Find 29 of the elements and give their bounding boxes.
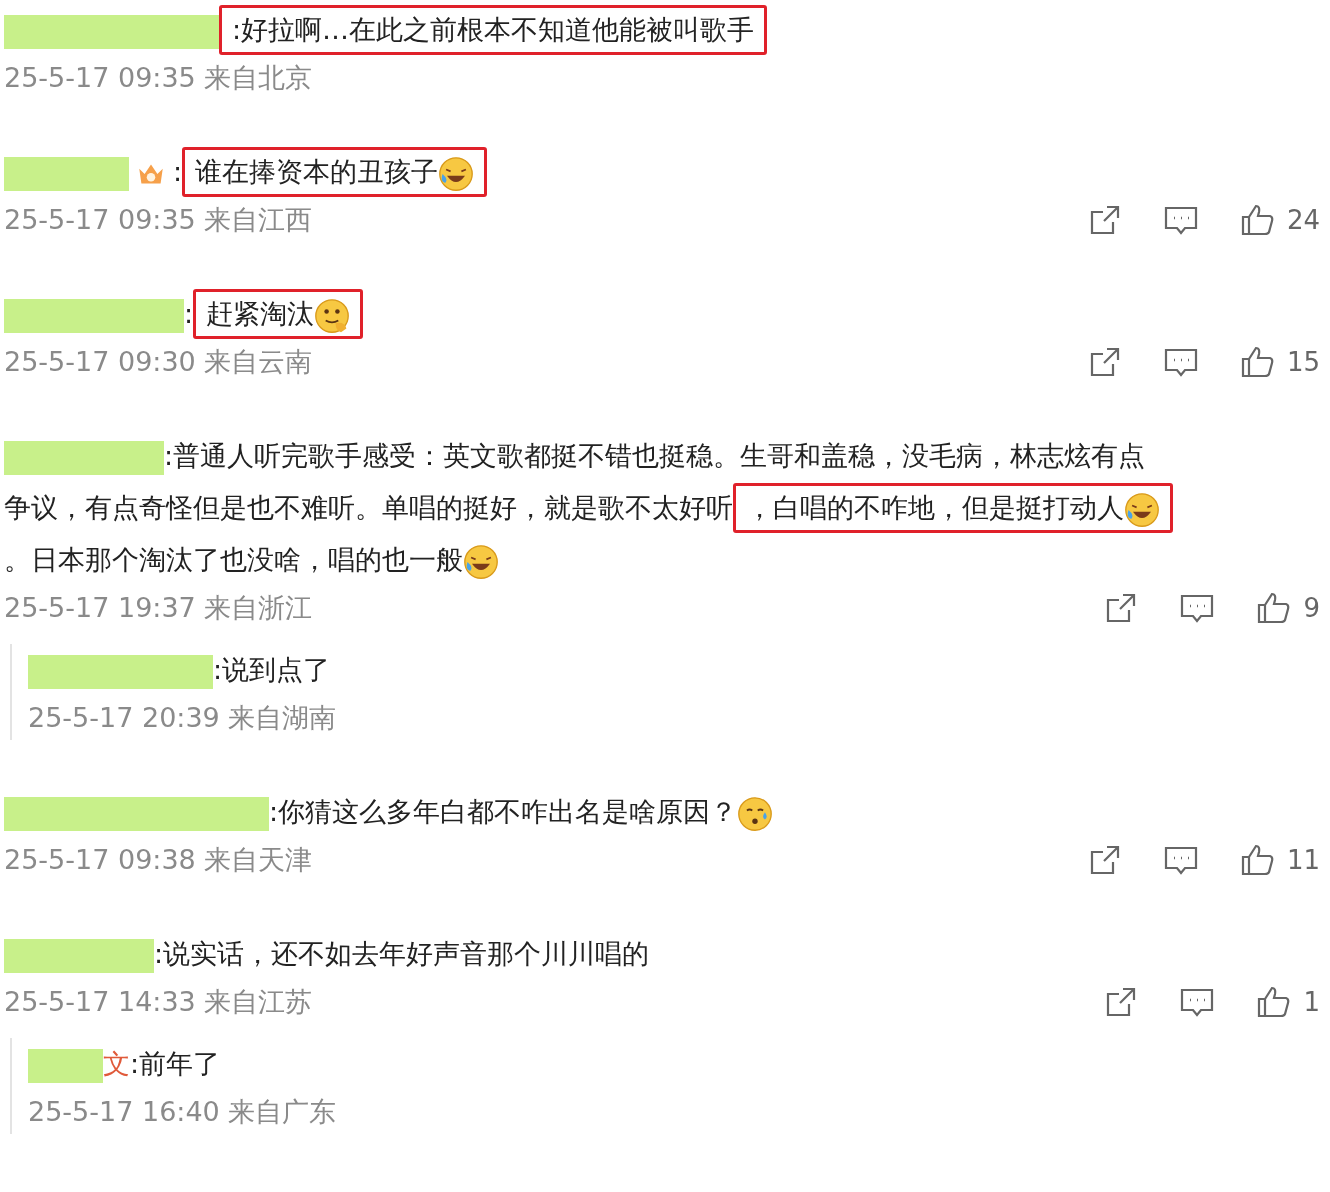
like-icon[interactable]: [1255, 590, 1292, 626]
comment-text: 。日本那个淘汰了也没啥，唱的也一般: [4, 544, 463, 575]
like-count: 1: [1303, 987, 1320, 1017]
comment-text: 赶紧淘汰: [206, 298, 315, 329]
comment-text: :你猜这么多年白都不咋出名是啥原因？: [269, 796, 738, 827]
like-count: 15: [1286, 347, 1320, 377]
like-count: 11: [1286, 845, 1320, 875]
comment-text: 争议，有点奇怪但是也不难听。单唱的挺好，就是歌不太好听: [4, 492, 733, 523]
comment-time: 25-5-17 09:30 来自云南: [4, 345, 313, 379]
comment-text: :好拉啊…在此之前根本不知道他能被叫歌手: [232, 14, 755, 45]
like-count: 9: [1303, 593, 1320, 623]
comment-text: :前年了: [130, 1048, 221, 1079]
comment-time: 25-5-17 20:39 来自湖南: [28, 701, 337, 735]
comment-text: :普通人听完歌手感受：英文歌都挺不错也挺稳。生哥和盖稳，没毛病，林志炫有点: [164, 440, 1146, 471]
comment-text: 谁在捧资本的丑孩子: [195, 156, 439, 187]
comment-text: :说实话，还不如去年好声音那个川川唱的: [154, 938, 650, 969]
comment-time: 25-5-17 09:35 来自江西: [4, 203, 313, 237]
comment-time: 25-5-17 19:37 来自浙江: [4, 591, 313, 625]
comment-time: 25-5-17 09:35 来自北京: [4, 61, 313, 95]
username-fragment: 文: [103, 1048, 130, 1079]
comment-text: :: [184, 298, 194, 329]
comment-text: :: [173, 156, 183, 187]
like-icon[interactable]: [1255, 984, 1292, 1020]
comment-time: 25-5-17 14:33 来自江苏: [4, 985, 313, 1019]
comment-time: 25-5-17 09:38 来自天津: [4, 843, 313, 877]
comment-text: ，白唱的不咋地，但是挺打动人: [746, 492, 1124, 523]
comment-text: :说到点了: [213, 654, 331, 685]
comment-time: 25-5-17 16:40 来自广东: [28, 1095, 337, 1129]
like-count: 24: [1286, 205, 1320, 235]
